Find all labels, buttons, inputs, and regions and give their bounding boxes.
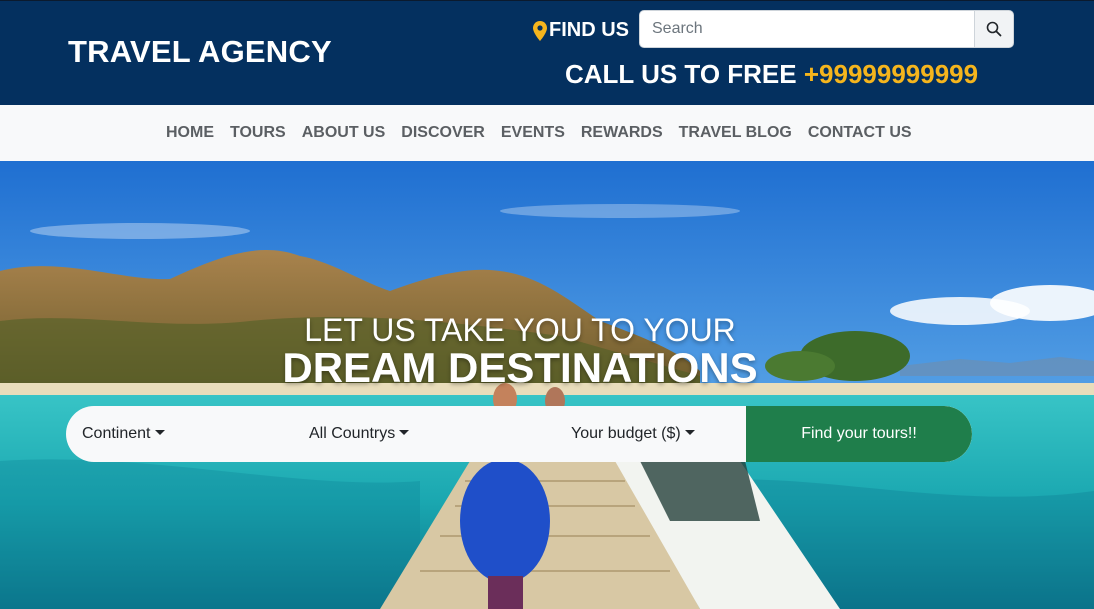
nav-item-about-us[interactable]: ABOUT US: [294, 124, 394, 142]
call-us-banner: CALL US TO FREE +99999999999: [565, 59, 978, 90]
search-input[interactable]: [639, 10, 974, 48]
continent-dropdown-label: Continent: [82, 425, 151, 442]
budget-dropdown[interactable]: Your budget ($): [571, 406, 695, 462]
nav-item-travel-blog[interactable]: TRAVEL BLOG: [671, 124, 800, 142]
site-header: TRAVEL AGENCY FIND US CALL US TO FREE +9…: [0, 0, 1094, 105]
nav-item-events[interactable]: EVENTS: [493, 124, 573, 142]
search-button[interactable]: [974, 10, 1014, 48]
brand-logo[interactable]: TRAVEL AGENCY: [68, 34, 332, 70]
search-icon: [986, 21, 1002, 37]
budget-dropdown-label: Your budget ($): [571, 425, 681, 442]
hero-banner: LET US TAKE YOU TO YOUR DREAM DESTINATIO…: [0, 161, 1094, 609]
caret-down-icon: [399, 430, 410, 435]
country-dropdown-label: All Countrys: [309, 425, 396, 442]
main-navbar: HOME TOURS ABOUT US DISCOVER EVENTS REWA…: [0, 105, 1094, 161]
map-pin-icon: [533, 20, 547, 41]
caret-down-icon: [684, 430, 695, 435]
phone-number[interactable]: +99999999999: [804, 59, 978, 89]
nav-item-contact-us[interactable]: CONTACT US: [800, 124, 920, 142]
find-us-link[interactable]: FIND US: [533, 19, 629, 42]
caret-down-icon: [154, 430, 165, 435]
nav-item-tours[interactable]: TOURS: [222, 124, 294, 142]
find-us-label: FIND US: [549, 19, 629, 41]
nav-item-home[interactable]: HOME: [158, 124, 222, 142]
nav-item-rewards[interactable]: REWARDS: [573, 124, 671, 142]
hero-headline-line2: DREAM DESTINATIONS: [282, 344, 758, 391]
find-tours-button[interactable]: Find your tours!!: [746, 406, 972, 462]
search-form: [639, 10, 1014, 48]
nav-item-discover[interactable]: DISCOVER: [393, 124, 493, 142]
call-us-label: CALL US TO FREE: [565, 59, 797, 89]
country-dropdown[interactable]: All Countrys: [309, 406, 410, 462]
continent-dropdown[interactable]: Continent: [82, 406, 165, 462]
nav-menu: HOME TOURS ABOUT US DISCOVER EVENTS REWA…: [158, 105, 920, 161]
tour-search-bar: Continent All Countrys Your budget ($) F…: [66, 406, 972, 462]
